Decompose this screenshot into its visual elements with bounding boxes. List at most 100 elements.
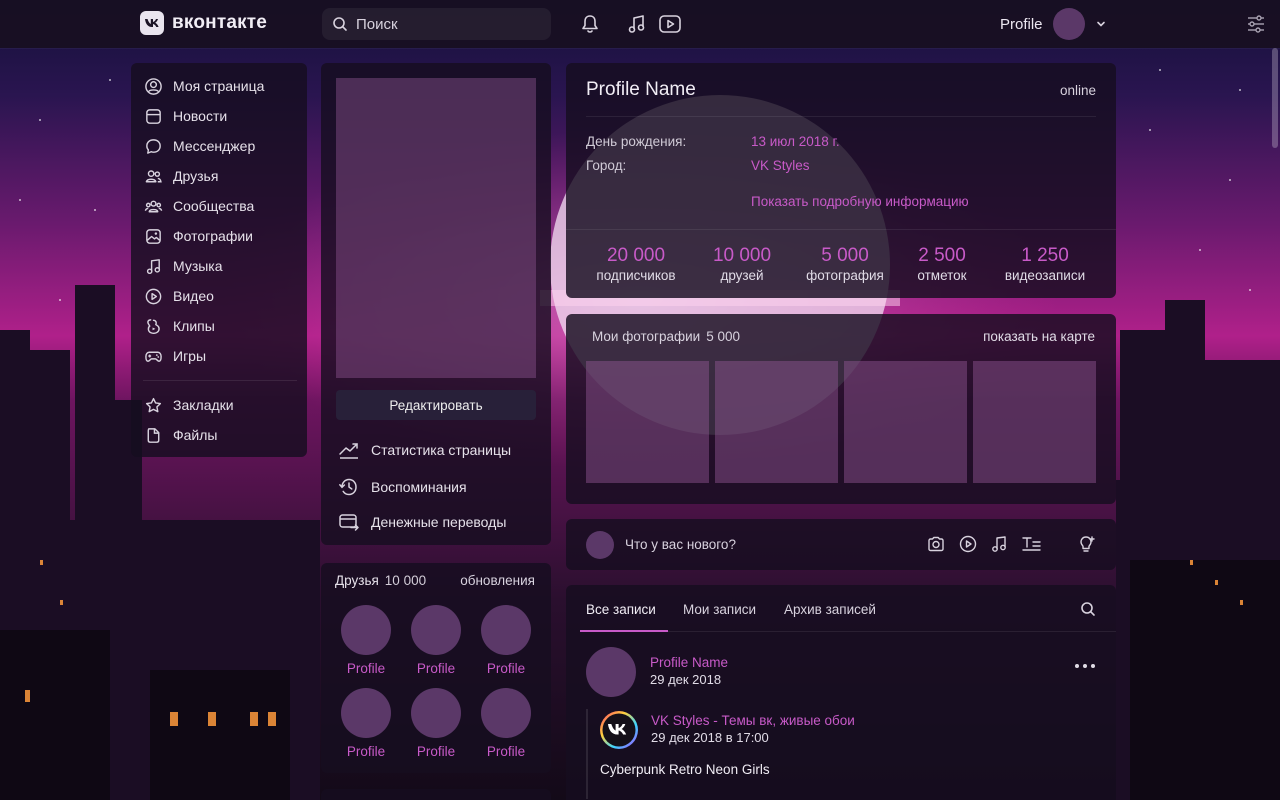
- search-icon[interactable]: [1080, 601, 1096, 622]
- profile-label: Profile: [1000, 15, 1043, 33]
- show-details-link[interactable]: Показать подробную информацию: [751, 194, 969, 209]
- text-icon[interactable]: [1021, 534, 1043, 559]
- post-author[interactable]: Profile Name: [650, 655, 728, 670]
- sidebar-item-label: Друзья: [173, 168, 219, 184]
- city-value[interactable]: VK Styles: [751, 158, 810, 173]
- sidebar-item-messenger[interactable]: Мессенджер: [131, 131, 307, 161]
- sidebar-item-label: Мессенджер: [173, 138, 256, 154]
- post-date[interactable]: 29 дек 2018: [650, 672, 721, 687]
- stat-tags[interactable]: 2 500 отметок: [899, 245, 985, 283]
- avatar: [341, 688, 391, 738]
- sidebar-item-files[interactable]: Файлы: [131, 420, 307, 450]
- sidebar-item-news[interactable]: Новости: [131, 101, 307, 131]
- active-tab-indicator: [580, 630, 668, 632]
- photo-thumbnail[interactable]: [973, 361, 1096, 483]
- sidebar-item-label: Моя страница: [173, 78, 265, 94]
- friend-item[interactable]: Profile: [406, 688, 466, 759]
- stat-friends[interactable]: 10 000 друзей: [697, 245, 787, 283]
- new-post-box[interactable]: Что у вас нового?: [566, 519, 1116, 570]
- search-box[interactable]: [322, 8, 551, 40]
- camera-icon[interactable]: [926, 534, 946, 559]
- avatar: [586, 531, 614, 559]
- sidebar-item-video[interactable]: Видео: [131, 281, 307, 311]
- tab-all-posts[interactable]: Все записи: [586, 602, 656, 617]
- post-text: Cyberpunk Retro Neon Girls: [600, 762, 770, 777]
- stat-label: фотография: [806, 268, 884, 283]
- friend-name: Profile: [416, 744, 456, 759]
- stat-label: подписчиков: [596, 268, 676, 283]
- lightbulb-icon[interactable]: [1076, 534, 1096, 559]
- show-on-map-link[interactable]: показать на карте: [983, 329, 1095, 344]
- music-icon: [146, 258, 161, 274]
- friend-item[interactable]: Profile: [336, 688, 396, 759]
- profile-menu[interactable]: Profile: [1000, 8, 1107, 40]
- star-icon: [145, 397, 162, 412]
- memories-label: Воспоминания: [371, 479, 467, 495]
- music-icon[interactable]: [989, 534, 1009, 559]
- friend-name: Profile: [346, 744, 386, 759]
- chevron-down-icon: [1096, 21, 1105, 27]
- sliders-icon[interactable]: [1244, 12, 1268, 36]
- scrollbar[interactable]: [1272, 48, 1278, 148]
- history-icon: [339, 478, 357, 496]
- play-icon: [145, 288, 162, 304]
- sidebar-item-communities[interactable]: Сообщества: [131, 191, 307, 221]
- next-panel-edge: [321, 789, 551, 800]
- video-icon[interactable]: [658, 12, 682, 36]
- edit-profile-button[interactable]: Редактировать: [336, 390, 536, 420]
- sidebar-item-label: Клипы: [173, 318, 215, 334]
- music-icon[interactable]: [625, 12, 649, 36]
- vk-styles-avatar[interactable]: [599, 710, 639, 750]
- stat-followers[interactable]: 20 000 подписчиков: [591, 245, 681, 283]
- page-title: Profile Name: [586, 79, 696, 100]
- photo-icon: [146, 228, 161, 244]
- sidebar-item-music[interactable]: Музыка: [131, 251, 307, 281]
- sidebar-item-label: Сообщества: [173, 198, 255, 214]
- new-post-placeholder[interactable]: Что у вас нового?: [625, 537, 736, 552]
- my-photos-header[interactable]: Мои фотографии 5 000: [586, 329, 740, 344]
- sidebar-item-games[interactable]: Игры: [131, 341, 307, 371]
- news-icon: [146, 108, 161, 124]
- sidebar: Моя страница Новости Мессенджер Друзья С…: [131, 63, 307, 457]
- message-icon: [146, 138, 161, 154]
- stat-number: 1 250: [1021, 245, 1069, 266]
- friend-item[interactable]: Profile: [476, 688, 536, 759]
- friends-updates-link[interactable]: обновления: [460, 573, 535, 588]
- birthday-value[interactable]: 13 июл 2018 г.: [751, 134, 840, 149]
- sidebar-item-photos[interactable]: Фотографии: [131, 221, 307, 251]
- sidebar-item-bookmarks[interactable]: Закладки: [131, 390, 307, 420]
- stat-photos[interactable]: 5 000 фотография: [799, 245, 891, 283]
- avatar: [481, 605, 531, 655]
- repost-date[interactable]: 29 дек 2018 в 17:00: [651, 730, 769, 745]
- page-stats-link[interactable]: Статистика страницы: [338, 440, 511, 460]
- avatar[interactable]: [586, 647, 636, 697]
- sidebar-item-clips[interactable]: Клипы: [131, 311, 307, 341]
- friends-header[interactable]: Друзья 10 000: [335, 573, 426, 588]
- photo-thumbnail[interactable]: [715, 361, 838, 483]
- avatar: [341, 605, 391, 655]
- sidebar-item-friends[interactable]: Друзья: [131, 161, 307, 191]
- tab-posts-archive[interactable]: Архив записей: [784, 602, 876, 617]
- friend-name: Profile: [486, 661, 526, 676]
- friend-item[interactable]: Profile: [336, 605, 396, 676]
- repost-author[interactable]: VK Styles - Темы вк, живые обои: [651, 713, 855, 728]
- more-options-icon[interactable]: [1074, 657, 1096, 675]
- stat-videos[interactable]: 1 250 видеозаписи: [995, 245, 1095, 283]
- friend-name: Profile: [346, 661, 386, 676]
- friend-item[interactable]: Profile: [406, 605, 466, 676]
- sidebar-divider: [143, 380, 297, 381]
- photo-thumbnail[interactable]: [844, 361, 967, 483]
- search-input[interactable]: [356, 15, 536, 33]
- tab-my-posts[interactable]: Мои записи: [683, 602, 756, 617]
- profile-photo[interactable]: [336, 78, 536, 378]
- money-transfers-link[interactable]: Денежные переводы: [338, 512, 506, 532]
- avatar: [411, 688, 461, 738]
- memories-link[interactable]: Воспоминания: [338, 476, 467, 498]
- friends-count: 10 000: [384, 573, 427, 588]
- logo[interactable]: вконтакте: [140, 11, 267, 35]
- bell-icon[interactable]: [578, 12, 602, 36]
- sidebar-item-my-page[interactable]: Моя страница: [131, 71, 307, 101]
- friend-item[interactable]: Profile: [476, 605, 536, 676]
- photo-thumbnail[interactable]: [586, 361, 709, 483]
- video-icon[interactable]: [958, 534, 978, 559]
